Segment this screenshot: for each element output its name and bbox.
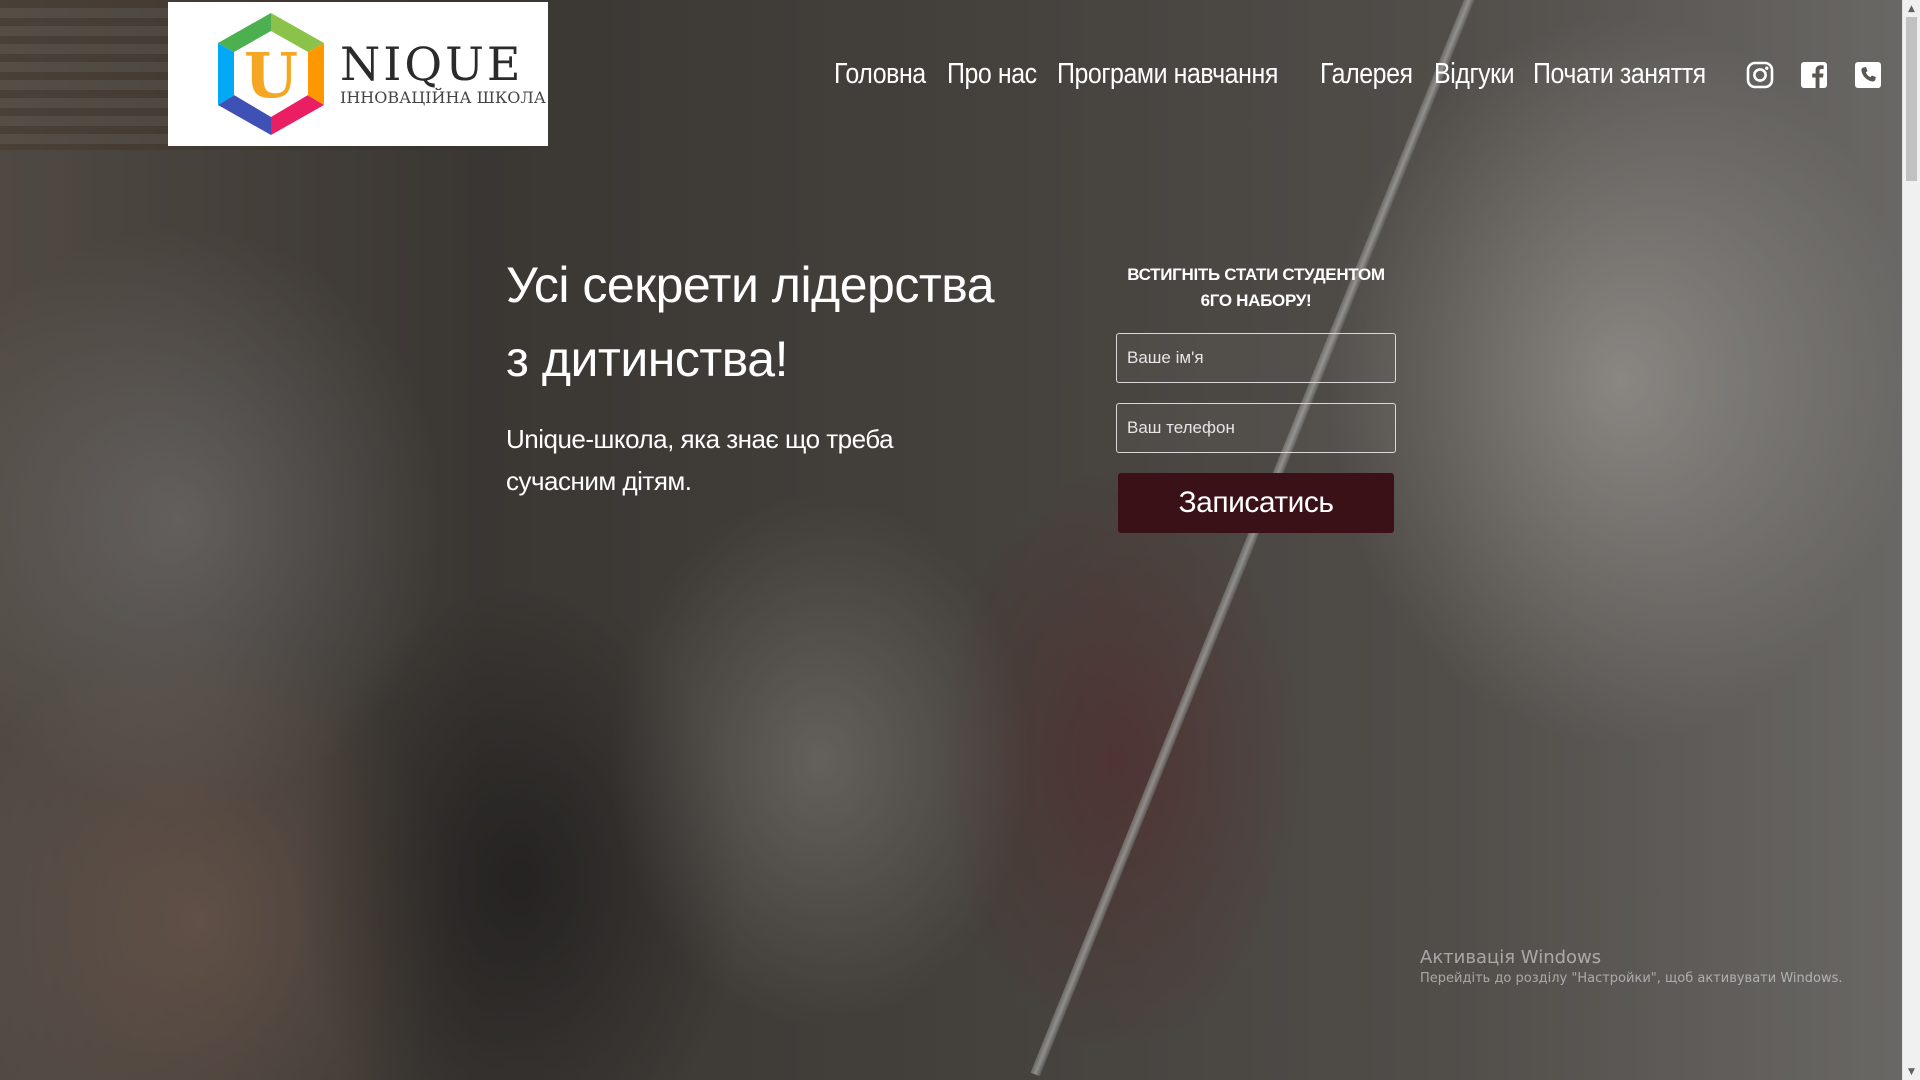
site-logo[interactable]: U NIQUE ІННОВАЦІЙНА ШКОЛА bbox=[168, 2, 548, 146]
logo-hexagon-icon: U bbox=[208, 9, 334, 139]
logo-text: NIQUE ІННОВАЦІЙНА ШКОЛА bbox=[340, 39, 546, 109]
nav-item-home[interactable]: Головна bbox=[834, 58, 926, 91]
instagram-icon[interactable] bbox=[1746, 61, 1774, 89]
signup-form-heading: ВСТИГНІТЬ СТАТИ СТУДЕНТОМ 6ГО НАБОРУ! bbox=[1127, 265, 1385, 310]
landing-page: U NIQUE ІННОВАЦІЙНА ШКОЛА Головна Про на… bbox=[0, 0, 1920, 1080]
page-scrollbar[interactable]: ▲ ▼ bbox=[1902, 0, 1920, 1080]
nav-item-programs[interactable]: Програми навчання bbox=[1057, 58, 1278, 91]
windows-activation-watermark: Активація Windows Перейдіть до розділу "… bbox=[1420, 946, 1843, 988]
main-nav: Головна Про нас Програми навчання Галере… bbox=[834, 58, 1882, 91]
facebook-icon[interactable] bbox=[1800, 61, 1828, 89]
nav-item-gallery[interactable]: Галерея bbox=[1320, 58, 1413, 91]
nav-item-about[interactable]: Про нас bbox=[947, 58, 1037, 91]
svg-text:U: U bbox=[244, 39, 298, 112]
phone-icon[interactable] bbox=[1854, 61, 1882, 89]
scroll-down-arrow-icon[interactable]: ▼ bbox=[1903, 1063, 1920, 1080]
watermark-title: Активація Windows bbox=[1420, 947, 1602, 968]
nav-item-start-lessons[interactable]: Почати заняття bbox=[1533, 58, 1706, 91]
phone-input[interactable] bbox=[1116, 403, 1396, 453]
logo-subtitle: ІННОВАЦІЙНА ШКОЛА bbox=[340, 88, 546, 107]
scroll-up-arrow-icon[interactable]: ▲ bbox=[1903, 0, 1920, 17]
signup-submit-button[interactable]: Записатись bbox=[1118, 473, 1394, 533]
nav-item-reviews[interactable]: Відгуки bbox=[1434, 58, 1515, 91]
hero-subtitle: Unique-школа, яка знає що треба сучасним… bbox=[506, 424, 894, 496]
watermark-text: Перейдіть до розділу "Настройки", щоб ак… bbox=[1420, 971, 1843, 986]
name-input[interactable] bbox=[1116, 333, 1396, 383]
hero-title: Усі секрети лідерства з дитинства! bbox=[506, 257, 995, 387]
logo-word: NIQUE bbox=[340, 37, 524, 91]
hero-dark-overlay bbox=[0, 0, 1920, 1080]
scrollbar-thumb[interactable] bbox=[1906, 17, 1917, 181]
